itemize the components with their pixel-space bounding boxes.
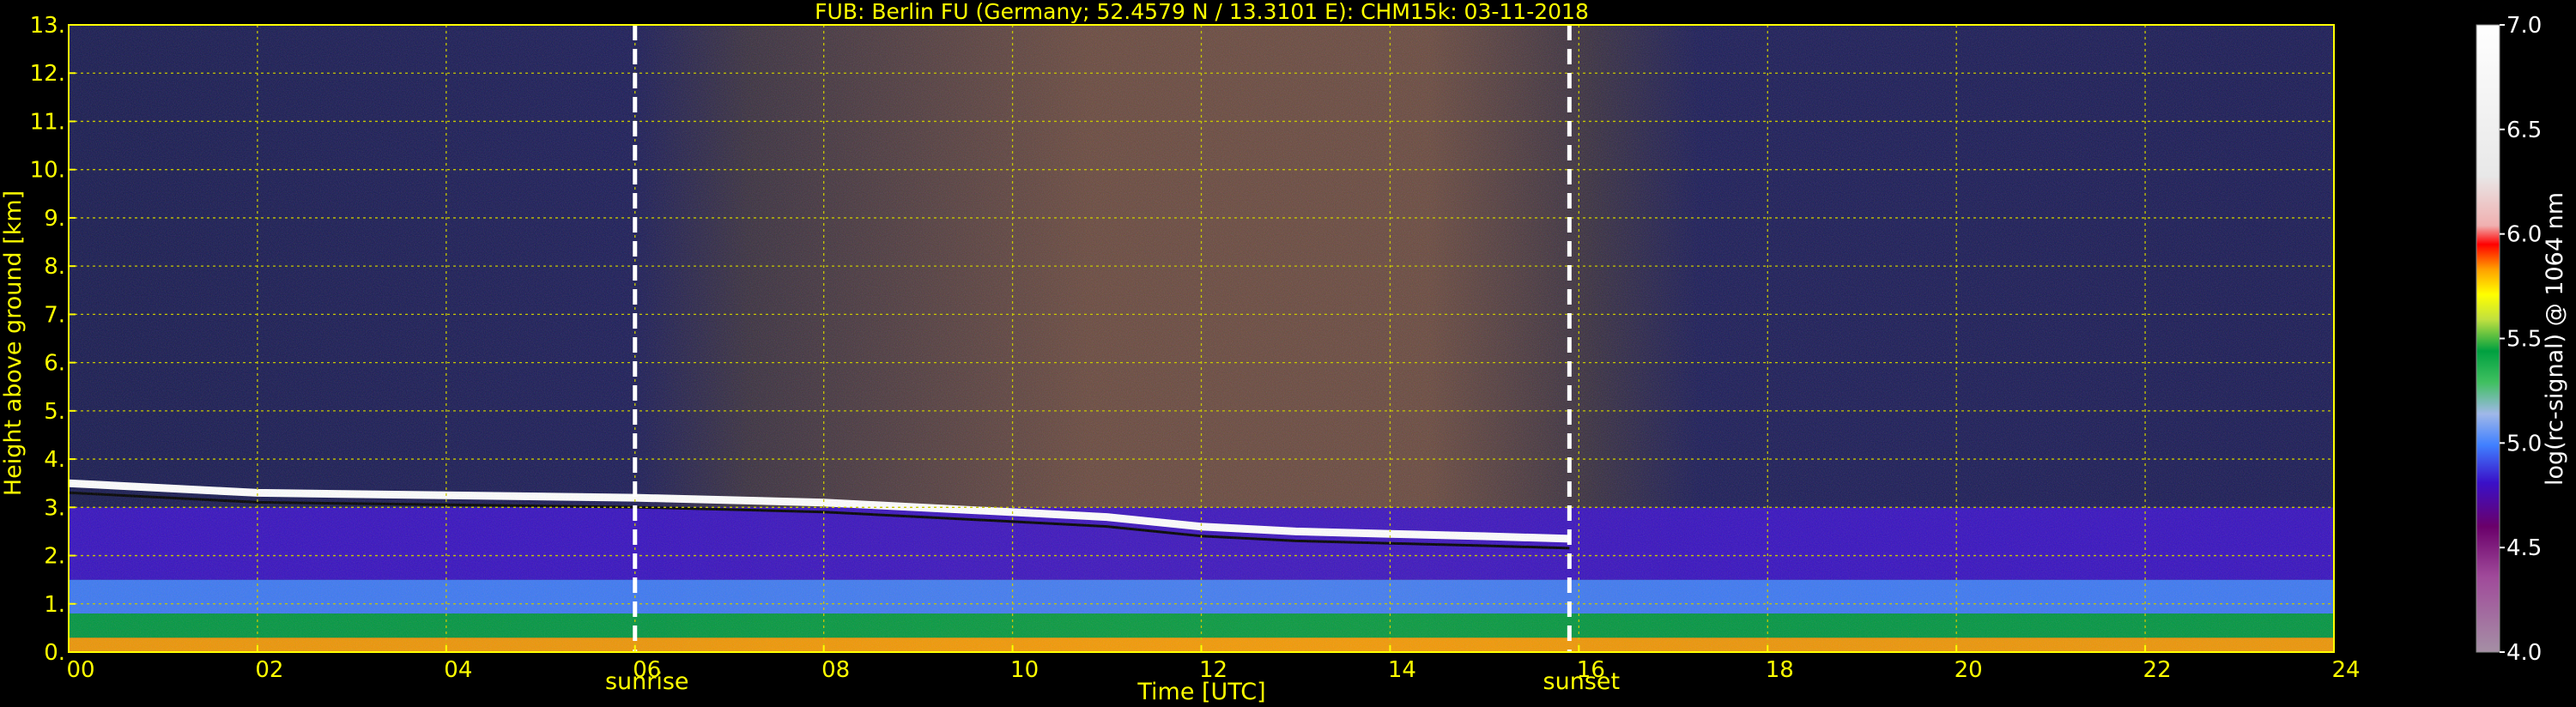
x-tick-label: 24 — [2331, 657, 2360, 683]
colorbar-tick-label: 6.5 — [2506, 118, 2542, 143]
colorbar-tick-label: 4.0 — [2506, 640, 2542, 666]
y-tick-label: 10. — [30, 158, 65, 184]
y-tick-label: 8. — [44, 254, 65, 280]
y-tick-label: 0. — [44, 640, 65, 666]
x-tick-label: 16 — [1577, 657, 1605, 683]
y-axis-label: Height above ground [km] — [0, 190, 27, 496]
y-tick-label: 6. — [44, 351, 65, 377]
y-tick-label: 12. — [30, 61, 65, 87]
x-tick-label: 22 — [2143, 657, 2172, 683]
y-tick-label: 3. — [44, 495, 65, 521]
x-tick-label: 18 — [1766, 657, 1794, 683]
x-tick-label: 00 — [66, 657, 94, 683]
y-tick-label: 7. — [44, 302, 65, 328]
chart-title: FUB: Berlin FU (Germany; 52.4579 N / 13.… — [815, 0, 1589, 24]
colorbar-tick-label: 5.0 — [2506, 431, 2542, 456]
colorbar-tick-label: 5.5 — [2506, 327, 2542, 353]
x-tick-label: 14 — [1388, 657, 1416, 683]
y-tick-label: 5. — [44, 399, 65, 425]
x-tick-label: 08 — [821, 657, 850, 683]
y-tick-label: 1. — [44, 592, 65, 618]
y-tick-label: 13. — [30, 13, 65, 39]
x-tick-label: 10 — [1010, 657, 1039, 683]
x-tick-label: 06 — [633, 657, 661, 683]
colorbar-tick-label: 7.0 — [2506, 13, 2542, 39]
x-tick-label: 20 — [1955, 657, 1983, 683]
colorbar-tick-label: 4.5 — [2506, 535, 2542, 561]
x-axis-label: Time [UTC] — [1136, 679, 1265, 705]
y-tick-label: 4. — [44, 447, 65, 473]
ceilometer-chart: sunrise sunset 00 02 04 06 08 10 12 14 16 18 20 22 24… — [0, 0, 2568, 705]
x-tick-label: 02 — [255, 657, 283, 683]
x-tick-label: 04 — [444, 657, 472, 683]
y-tick-label: 9. — [44, 206, 65, 232]
colorbar-label: log(rc-signal) @ 1064 nm — [2542, 192, 2568, 486]
y-tick-label: 2. — [44, 544, 65, 570]
colorbar-gradient — [2476, 25, 2500, 652]
colorbar-tick-label: 6.0 — [2506, 222, 2542, 248]
y-tick-label: 11. — [30, 109, 65, 135]
colorbar: 4.0 4.5 5.0 5.5 6.0 6.5 7.0 — [2476, 13, 2542, 666]
